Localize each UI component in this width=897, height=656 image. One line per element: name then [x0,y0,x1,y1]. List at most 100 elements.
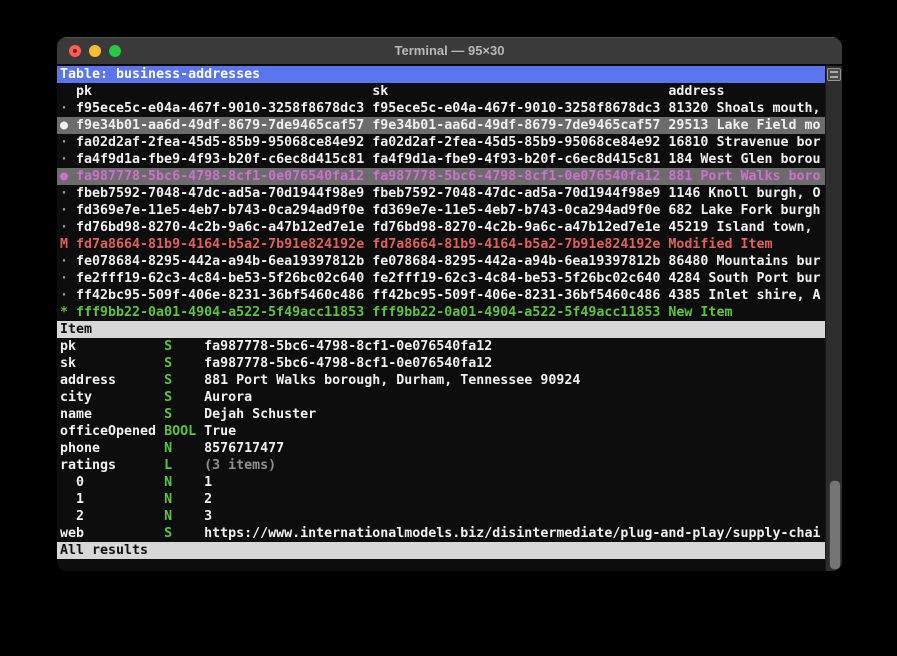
attr-name: 2 [60,508,84,525]
table-row[interactable]: · fe078684-8295-442a-a94b-6ea19397812b fe0… [57,253,825,270]
cell-pk: fa4f9d1a-fbe9-4f93-b20f-c6ec8d415c81 [76,151,364,168]
window-content: Table: business-addresses pk sk address … [57,66,842,571]
cell-address: 29513 Lake Field mo [668,117,820,134]
item-attr-row: sk Sfa987778-5bc6-4798-8cf1-0e076540fa12 [57,355,825,372]
cell-sk: ff42bc95-509f-406e-8231-36bf5460c486 [372,287,660,304]
table-row[interactable]: · ff42bc95-509f-406e-8231-36bf5460c486 ff4… [57,287,825,304]
attr-value: 3 [204,508,212,525]
cell-sk: fa02d2af-2fea-45d5-85b9-95068ce84e92 [372,134,660,151]
table-row[interactable]: · fd76bd98-8270-4c2b-9a6c-a47b12ed7e1e fd7… [57,219,825,236]
attr-type: S [164,372,172,389]
attr-name: sk [60,355,76,372]
cell-address: New Item [668,304,732,321]
row-marker: · [60,219,68,236]
item-attr-row: 0 N 1 [57,474,825,491]
terminal-grid: Table: business-addresses pk sk address … [57,66,825,571]
item-attr-row: 1N2 [57,491,825,508]
results-footer-text: All results [60,542,148,559]
cell-pk: fbeb7592-7048-47dc-ad5a-70d1944f98e9 [76,185,364,202]
attr-name: ratings [60,457,116,474]
item-attrs-container: pkSfa987778-5bc6-4798-8cf1-0e076540fa12s… [57,338,825,542]
attr-value: 881 Port Walks borough, Durham, Tennesse… [204,372,580,389]
column-header-address: address [668,83,724,100]
cell-pk: f95ece5c-e04a-467f-9010-3258f8678dc3 [76,100,364,117]
attr-value: True [204,423,236,440]
item-panel-header: Item [57,321,825,338]
row-marker: · [60,100,68,117]
table-row[interactable]: ·fbeb7592-7048-47dc-ad5a-70d1944f98e9fbe… [57,185,825,202]
row-marker: * [60,304,68,321]
item-attr-row: citySAurora [57,389,825,406]
cell-sk: f95ece5c-e04a-467f-9010-3258f8678dc3 [372,100,660,117]
split-pane-icon [830,71,838,73]
cell-sk: fd7a8664-81b9-4164-b5a2-7b91e824192e [372,236,660,253]
scrollbar-thumb[interactable] [829,480,841,570]
attr-value: 2 [204,491,212,508]
cell-pk: fe078684-8295-442a-a94b-6ea19397812b [76,253,364,270]
attr-type: N [164,508,172,525]
window-titlebar[interactable]: Terminal — 95×30 [57,37,842,66]
attr-value: fa987778-5bc6-4798-8cf1-0e076540fa12 [204,355,492,372]
table-row[interactable]: ●f9e34b01-aa6d-49df-8679-7de9465caf57f9e… [57,117,825,134]
attr-name: 1 [60,491,84,508]
attr-value: 8576717477 [204,440,284,457]
cell-sk: fd76bd98-8270-4c2b-9a6c-a47b12ed7e1e [372,219,660,236]
table-row[interactable]: *fff9bb22-0a01-4904-a522-5f49acc11853fff… [57,304,825,321]
cell-pk: fa987778-5bc6-4798-8cf1-0e076540fa12 [76,168,364,185]
attr-name: name [60,406,92,423]
column-header-pk: pk [76,83,92,100]
cell-pk: fd76bd98-8270-4c2b-9a6c-a47b12ed7e1e [76,219,364,236]
row-marker: M [60,236,68,253]
table-row[interactable]: ·fd369e7e-11e5-4eb7-b743-0ca294ad9f0efd3… [57,202,825,219]
attr-name: officeOpened [60,423,156,440]
attr-value: 1 [204,474,212,491]
split-pane-button[interactable] [827,68,841,81]
attr-type: S [164,355,172,372]
cell-address: 16810 Stravenue bor [668,134,820,151]
cell-pk: fff9bb22-0a01-4904-a522-5f49acc11853 [76,304,364,321]
attr-name: pk [60,338,76,355]
window-title: Terminal — 95×30 [57,37,842,64]
table-row[interactable]: Mfd7a8664-81b9-4164-b5a2-7b91e824192e fd7… [57,236,825,253]
row-marker: · [60,253,68,270]
cell-address: 86480 Mountains bur [668,253,820,270]
row-marker: · [60,287,68,304]
table-column-header-row: pk sk address [57,83,825,100]
attr-type: N [164,474,172,491]
cell-sk: fbeb7592-7048-47dc-ad5a-70d1944f98e9 [372,185,660,202]
cell-address: 881 Port Walks boro [668,168,820,185]
item-attr-row: pkSfa987778-5bc6-4798-8cf1-0e076540fa12 [57,338,825,355]
row-marker: ● [60,168,68,185]
row-marker: · [60,270,68,287]
cell-pk: ff42bc95-509f-406e-8231-36bf5460c486 [76,287,364,304]
table-row[interactable]: · f95ece5c-e04a-467f-9010-3258f8678dc3 f95… [57,100,825,117]
table-row[interactable]: ·fe2fff19-62c3-4c84-be53-5f26bc02c640fe2… [57,270,825,287]
results-footer: All results [57,542,825,559]
table-row[interactable]: · fa4f9d1a-fbe9-4f93-b20f-c6ec8d415c81 fa4… [57,151,825,168]
cell-sk: fa4f9d1a-fbe9-4f93-b20f-c6ec8d415c81 [372,151,660,168]
cell-sk: fe078684-8295-442a-a94b-6ea19397812b [372,253,660,270]
cell-pk: fa02d2af-2fea-45d5-85b9-95068ce84e92 [76,134,364,151]
item-attr-row: ratingsL(3 items) [57,457,825,474]
cell-sk: fa987778-5bc6-4798-8cf1-0e076540fa12 [372,168,660,185]
cell-sk: f9e34b01-aa6d-49df-8679-7de9465caf57 [372,117,660,134]
table-title-bar: Table: business-addresses [57,66,825,83]
scrollbar-track[interactable] [825,66,842,571]
attr-name: 0 [60,474,84,491]
item-attr-row: phoneN8576717477 [57,440,825,457]
item-attr-row: 2 N 3 [57,508,825,525]
attr-type: S [164,389,172,406]
attr-value: fa987778-5bc6-4798-8cf1-0e076540fa12 [204,338,492,355]
cell-address: 4385 Inlet shire, A [668,287,820,304]
cell-pk: f9e34b01-aa6d-49df-8679-7de9465caf57 [76,117,364,134]
table-row[interactable]: ● fa987778-5bc6-4798-8cf1-0e076540fa12 fa9… [57,168,825,185]
column-header-sk: sk [372,83,388,100]
cell-sk: fe2fff19-62c3-4c84-be53-5f26bc02c640 [372,270,660,287]
item-panel-header-text: Item [60,321,92,338]
item-attr-row: webShttps://www.internationalmodels.biz/… [57,525,825,542]
split-pane-icon [830,76,838,78]
cell-address: 81320 Shoals mouth, [668,100,820,117]
row-marker: · [60,151,68,168]
table-row[interactable]: ·fa02d2af-2fea-45d5-85b9-95068ce84e92fa0… [57,134,825,151]
cell-pk: fd7a8664-81b9-4164-b5a2-7b91e824192e [76,236,364,253]
